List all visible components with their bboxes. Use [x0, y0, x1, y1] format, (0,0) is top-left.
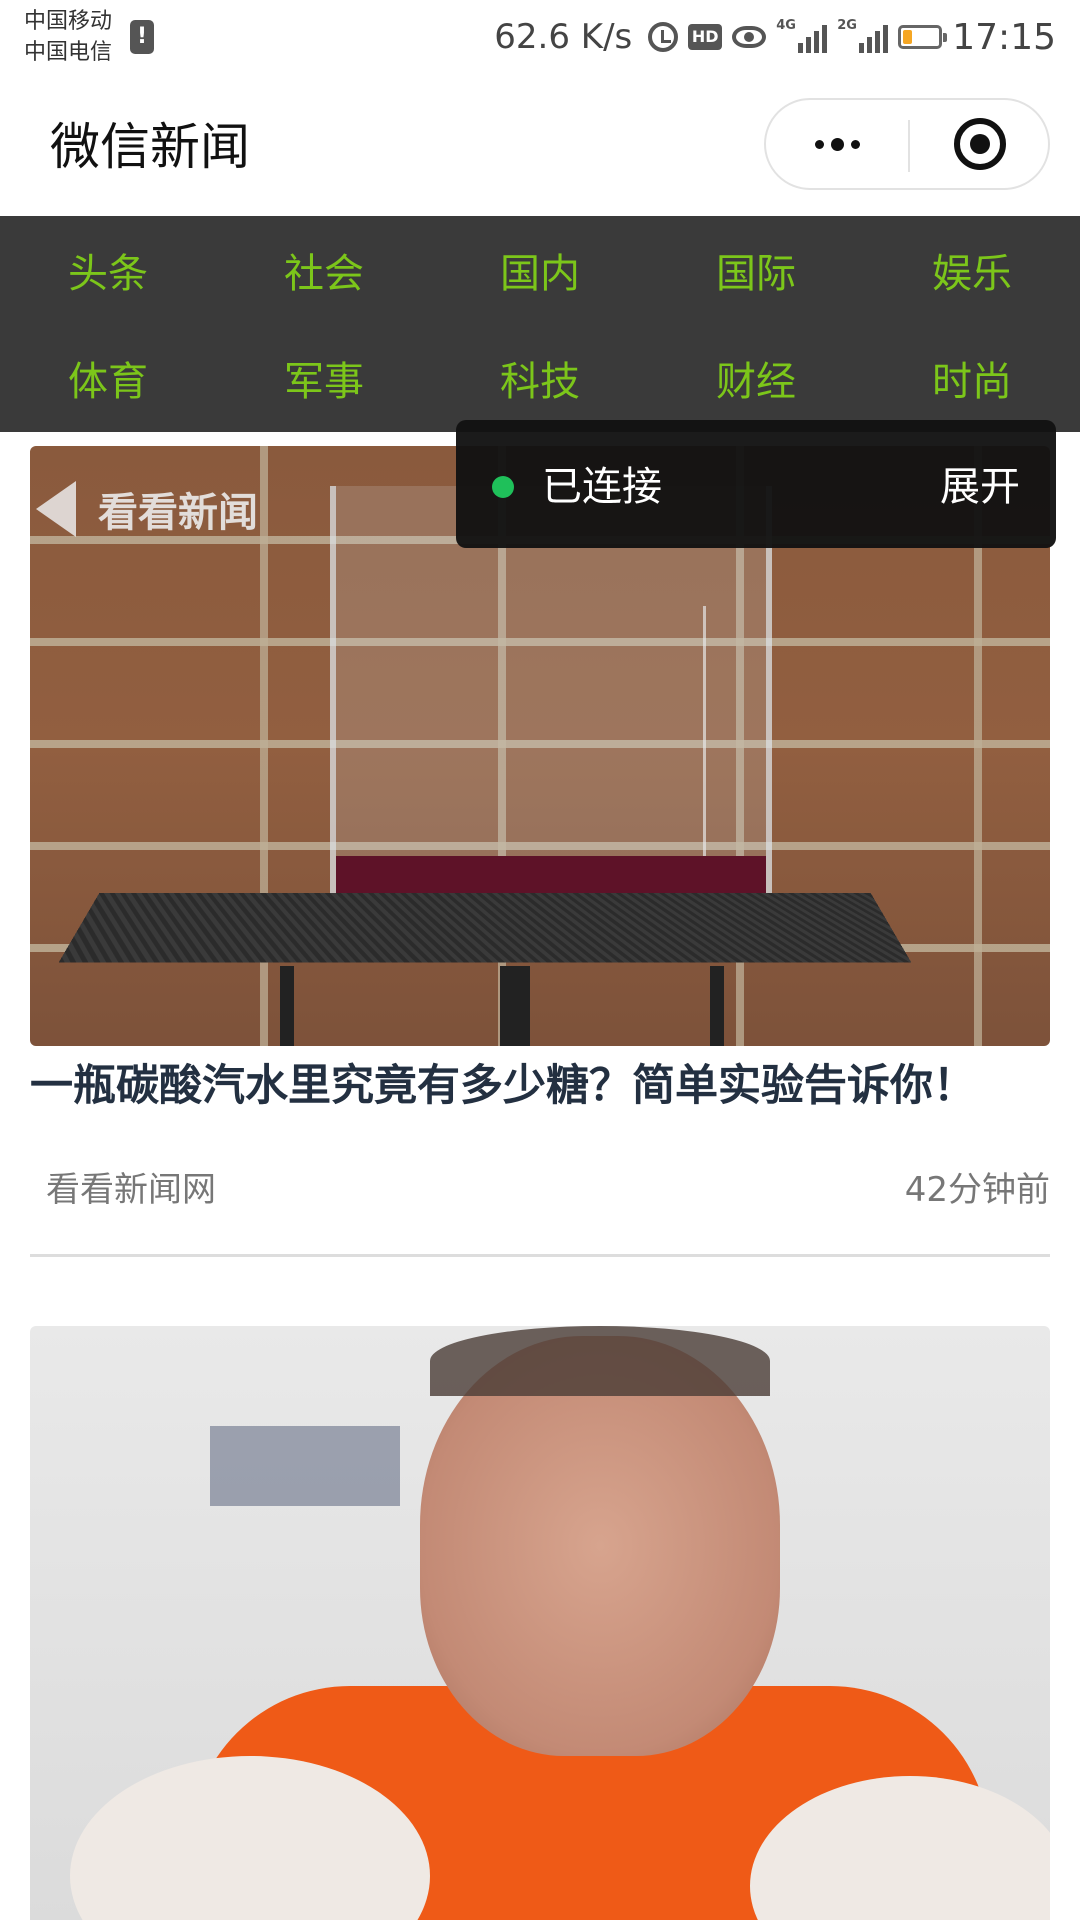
person-head — [420, 1336, 780, 1756]
news-thumbnail[interactable] — [30, 1326, 1050, 1920]
background-shelf — [210, 1426, 400, 1506]
beaker-image — [330, 486, 772, 952]
more-dot-right — [850, 139, 860, 149]
expand-button[interactable]: 展开 — [940, 462, 1020, 512]
connected-status-icon — [492, 476, 514, 498]
network-speed: 62.6 K/s — [494, 17, 633, 57]
title-bar: 微信新闻 — [0, 76, 1080, 216]
wire-gauze — [58, 893, 912, 963]
more-dots-icon — [814, 139, 824, 149]
clock: 17:15 — [952, 16, 1056, 58]
carrier-labels: 中国移动 中国电信 — [24, 6, 112, 68]
close-miniprogram-button[interactable] — [910, 100, 1050, 188]
signal-2g-icon: 2G — [837, 18, 889, 53]
page-title: 微信新闻 — [50, 118, 250, 176]
stand-leg — [280, 966, 294, 1046]
more-button[interactable] — [766, 100, 908, 188]
category-junshi[interactable]: 军事 — [216, 324, 432, 432]
beaker-scale — [703, 606, 746, 876]
signal-4g-label: 4G — [776, 18, 796, 33]
connection-panel: 已连接 展开 — [456, 420, 1056, 548]
hd-icon: HD — [688, 24, 723, 50]
category-yule[interactable]: 娱乐 — [864, 216, 1080, 324]
category-guonei[interactable]: 国内 — [432, 216, 648, 324]
category-keji[interactable]: 科技 — [432, 324, 648, 432]
signal-4g-icon: 4G — [776, 18, 828, 53]
news-source: 看看新闻网 — [46, 1170, 216, 1210]
sim-alert-icon: ! — [130, 20, 154, 54]
card-divider — [30, 1254, 1050, 1257]
category-nav: 头条 社会 国内 国际 娱乐 体育 军事 科技 财经 时尚 — [0, 216, 1080, 432]
stand-leg — [710, 966, 724, 1046]
stand-leg — [500, 966, 530, 1046]
category-caijing[interactable]: 财经 — [648, 324, 864, 432]
news-card[interactable]: 看看新闻 一瓶碳酸汽水里究竟有多少糖？简单实验告诉你！ 看看新闻网 42分钟前 — [30, 446, 1050, 1266]
source-watermark: 看看新闻 — [36, 480, 258, 538]
more-dot-center — [830, 137, 844, 151]
news-title[interactable]: 一瓶碳酸汽水里究竟有多少糖？简单实验告诉你！ — [30, 1058, 1040, 1114]
category-guoji[interactable]: 国际 — [648, 216, 864, 324]
category-shehui[interactable]: 社会 — [216, 216, 432, 324]
news-time: 42分钟前 — [904, 1170, 1050, 1210]
category-toutiao[interactable]: 头条 — [0, 216, 216, 324]
connection-status: 已连接 — [542, 464, 662, 510]
watermark-text: 看看新闻 — [98, 490, 258, 536]
person-hair — [430, 1326, 770, 1396]
news-card[interactable] — [30, 1326, 1050, 1920]
news-meta: 看看新闻网 42分钟前 — [46, 1162, 1050, 1222]
alarm-icon — [648, 22, 679, 52]
carrier-2: 中国电信 — [24, 40, 113, 65]
kankan-logo-icon — [36, 481, 84, 537]
status-indicators: 62.6 K/s HD 4G 2G 17:15 — [494, 14, 1056, 60]
signal-2g-label: 2G — [837, 18, 857, 33]
category-shishang[interactable]: 时尚 — [864, 324, 1080, 432]
category-tiyu[interactable]: 体育 — [0, 324, 216, 432]
battery-icon — [898, 25, 948, 49]
target-icon — [954, 118, 1006, 170]
status-bar: 中国移动 中国电信 ! 62.6 K/s HD 4G 2G 17:15 — [0, 0, 1080, 76]
carrier-1: 中国移动 — [24, 9, 113, 34]
capsule-menu — [764, 98, 1050, 190]
eye-icon — [732, 26, 767, 48]
